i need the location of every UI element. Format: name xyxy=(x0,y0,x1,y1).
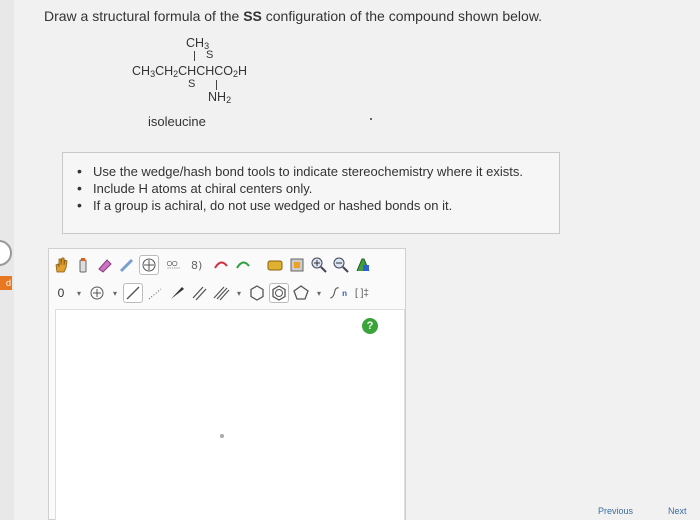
hexagon-ring-icon[interactable] xyxy=(247,283,267,303)
main-chain: CH3CH2CHCHCO2H xyxy=(132,64,248,79)
color-tool-icon[interactable] xyxy=(353,255,373,275)
charge-dropdown-icon[interactable]: ▾ xyxy=(73,283,85,303)
wedge-bond-icon[interactable] xyxy=(167,283,187,303)
eraser-tool-icon[interactable] xyxy=(95,255,115,275)
help-button[interactable]: ? xyxy=(362,318,378,334)
question-prefix: Draw a structural formula of the xyxy=(44,8,244,24)
rotate-bonds-icon[interactable] xyxy=(161,255,187,275)
structure-editor: 8) 0 ▾ ▾ ▾ ▾ n []‡ ? xyxy=(48,248,406,520)
atom-map-icon[interactable] xyxy=(139,255,159,275)
stereo-label-top: S xyxy=(206,49,214,61)
triple-bond-icon[interactable] xyxy=(211,283,231,303)
canvas-center-dot xyxy=(220,434,224,438)
plus-charge-icon[interactable] xyxy=(87,283,107,303)
bottle-tool-icon[interactable] xyxy=(73,255,93,275)
next-link[interactable]: Next xyxy=(668,506,687,516)
question-config: SS xyxy=(243,8,262,24)
plus-dropdown-icon[interactable]: ▾ xyxy=(109,283,121,303)
sgroup-tool-icon[interactable]: n xyxy=(327,283,347,303)
stereo-label-bottom: S xyxy=(188,78,196,90)
toolbar-spacer xyxy=(255,255,263,275)
stray-mark xyxy=(370,118,372,120)
nh2-group: NH2 xyxy=(208,90,232,105)
bond-line-top xyxy=(194,51,195,61)
bond-dropdown-icon[interactable]: ▾ xyxy=(233,283,245,303)
hashed-bond-icon[interactable] xyxy=(145,283,165,303)
instructions-list: Use the wedge/hash bond tools to indicat… xyxy=(77,163,547,214)
single-bond-icon[interactable] xyxy=(123,283,143,303)
instruction-item: Use the wedge/hash bond tools to indicat… xyxy=(77,163,547,180)
side-tab-label: d xyxy=(5,278,11,288)
export-icon[interactable] xyxy=(287,255,307,275)
zoom-out-icon[interactable] xyxy=(331,255,351,275)
instruction-item: Include H atoms at chiral centers only. xyxy=(77,180,547,197)
clean-structure-icon[interactable] xyxy=(265,255,285,275)
bond-line-bottom xyxy=(216,80,217,90)
hand-tool-icon[interactable] xyxy=(51,255,71,275)
ring-dropdown-icon[interactable]: ▾ xyxy=(313,283,325,303)
charge-value[interactable]: 0 xyxy=(51,283,71,303)
sgroup-label: n xyxy=(342,288,347,298)
arrow-tool-icon[interactable] xyxy=(211,255,231,275)
question-suffix: configuration of the compound shown belo… xyxy=(261,8,543,24)
compound-name: isoleucine xyxy=(148,114,206,129)
curved-arrow-icon[interactable] xyxy=(233,255,253,275)
instructions-box: Use the wedge/hash bond tools to indicat… xyxy=(62,152,560,234)
toolbar-row-top: 8) xyxy=(51,253,375,277)
pentagon-ring-icon[interactable] xyxy=(291,283,311,303)
previous-link[interactable]: Previous xyxy=(598,506,633,516)
toolbar-row-bottom: 0 ▾ ▾ ▾ ▾ n []‡ xyxy=(51,281,377,305)
question-text: Draw a structural formula of the SS conf… xyxy=(44,8,542,24)
side-tab[interactable]: d xyxy=(0,276,12,290)
template-icon[interactable]: 8) xyxy=(189,255,209,275)
drawing-canvas[interactable]: ? xyxy=(55,309,405,520)
bracket-tool[interactable]: [ ]‡ xyxy=(349,283,375,303)
svg-text:8): 8) xyxy=(191,259,202,272)
benzene-ring-icon[interactable] xyxy=(269,283,289,303)
zoom-in-icon[interactable] xyxy=(309,255,329,275)
select-tool-icon[interactable] xyxy=(117,255,137,275)
double-bond-icon[interactable] xyxy=(189,283,209,303)
instruction-item: If a group is achiral, do not use wedged… xyxy=(77,197,547,214)
